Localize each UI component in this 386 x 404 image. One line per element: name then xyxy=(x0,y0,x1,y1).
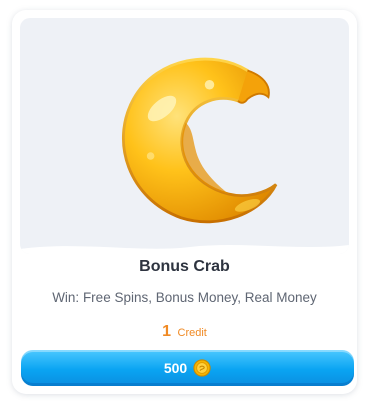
price-label: 500 xyxy=(163,360,188,376)
credit-label: Credit xyxy=(177,327,207,339)
gold-coin-icon xyxy=(193,359,211,377)
product-image-panel xyxy=(20,18,349,254)
panel-wave-divider xyxy=(20,245,349,254)
credit-amount: 1 xyxy=(162,323,172,340)
credit-info: 1 Credit xyxy=(12,323,357,341)
product-description: Win: Free Spins, Bonus Money, Real Money xyxy=(52,290,317,305)
buy-button[interactable]: 500 xyxy=(21,350,354,386)
product-title: Bonus Crab xyxy=(139,258,230,275)
product-card[interactable]: Bonus Crab Win: Free Spins, Bonus Money,… xyxy=(12,10,357,394)
crescent-crab-illustration-icon xyxy=(122,57,278,224)
